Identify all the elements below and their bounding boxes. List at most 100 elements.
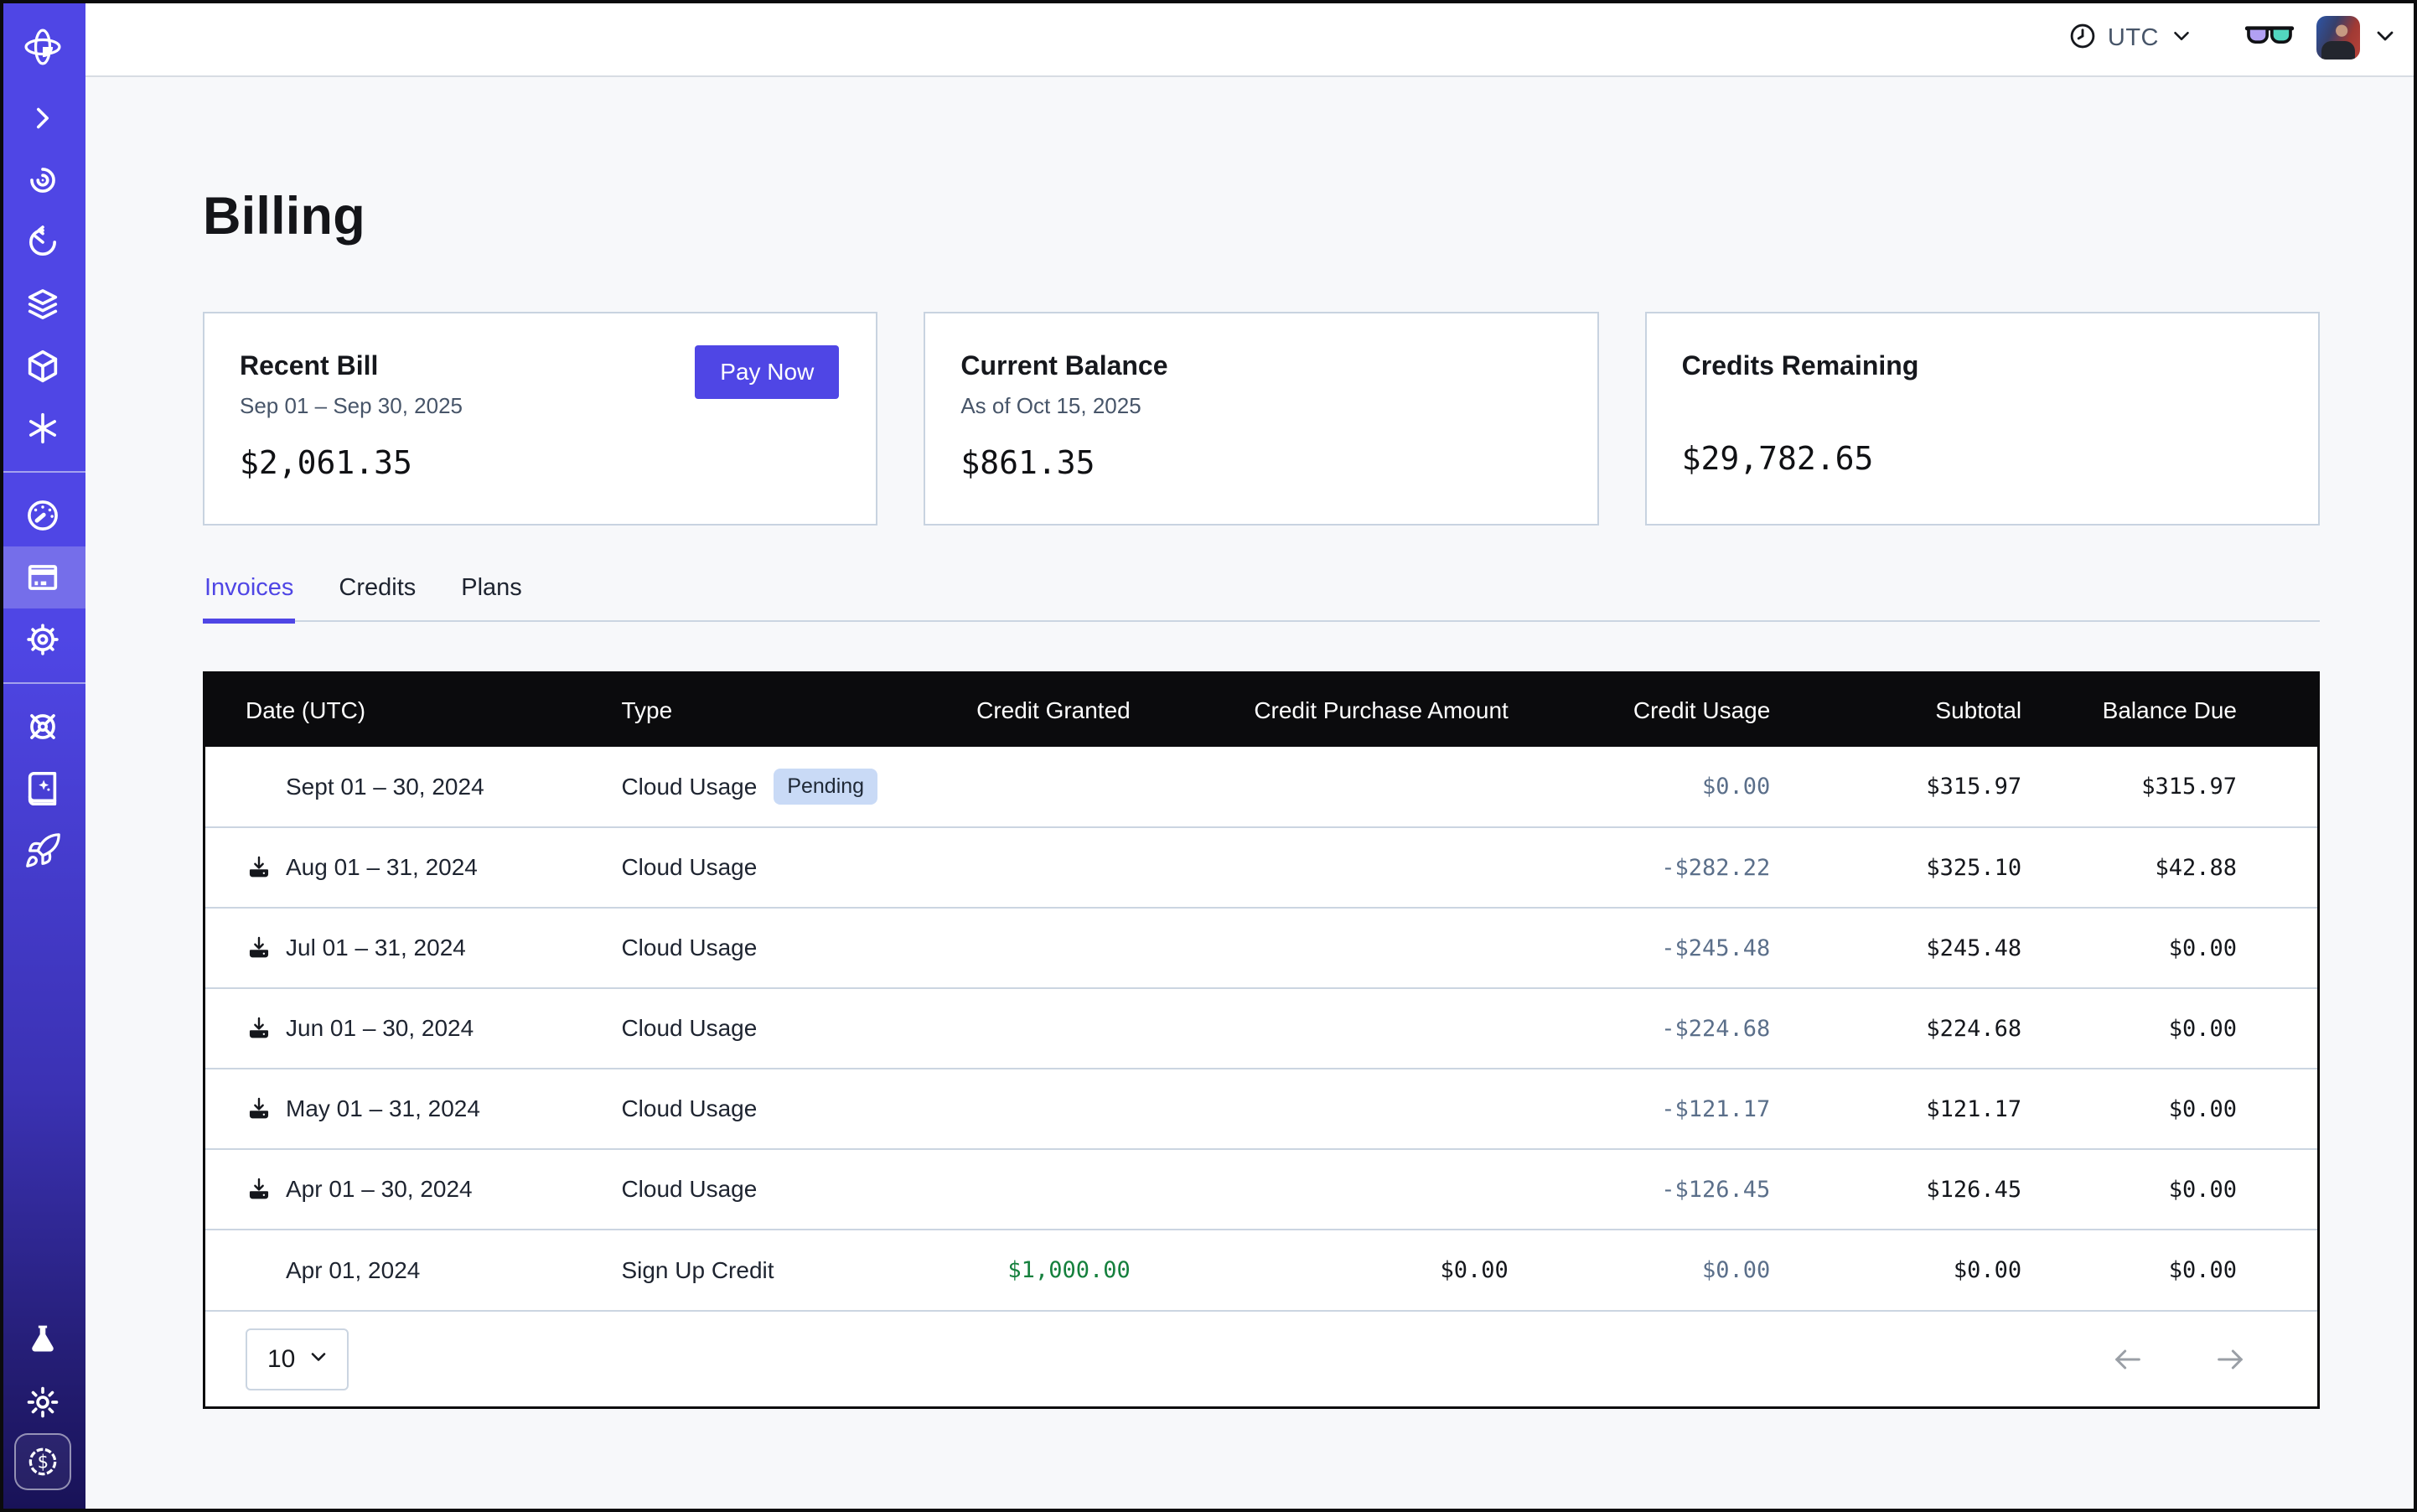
billing-tabs: Invoices Credits Plans <box>203 574 2320 622</box>
sidebar-divider <box>0 682 85 684</box>
tab-plans[interactable]: Plans <box>459 574 524 620</box>
download-invoice-button[interactable] <box>246 935 272 961</box>
invoice-type: Cloud Usage <box>621 1176 757 1202</box>
arrow-left-icon <box>2111 1366 2145 1379</box>
invoice-date: May 01 – 31, 2024 <box>286 1095 480 1122</box>
page-size-select[interactable]: 10 <box>246 1328 349 1390</box>
flask-icon <box>24 1322 61 1359</box>
credits-remaining-card: Credits Remaining $29,782.65 <box>1645 312 2320 526</box>
sun-icon <box>23 1383 62 1421</box>
cube-icon <box>23 347 62 386</box>
subtotal: $245.48 <box>1770 908 2021 988</box>
download-invoice-button[interactable] <box>246 1095 272 1122</box>
subtotal: $224.68 <box>1770 988 2021 1069</box>
next-page-button[interactable] <box>2208 1338 2252 1381</box>
download-icon <box>246 1193 272 1205</box>
table-row: Sept 01 – 30, 2024 Cloud UsagePending $0… <box>205 747 2317 827</box>
table-row: Jul 01 – 31, 2024 Cloud Usage -$245.48 $… <box>205 908 2317 988</box>
timezone-selector[interactable]: UTC <box>2059 14 2202 62</box>
avatar <box>2316 16 2360 60</box>
tab-credits[interactable]: Credits <box>337 574 417 620</box>
balance-due: $0.00 <box>2021 988 2317 1069</box>
app-logo[interactable] <box>0 7 85 87</box>
download-invoice-button[interactable] <box>246 1176 272 1203</box>
chevron-down-icon <box>2169 23 2194 53</box>
rocket-icon <box>23 831 62 870</box>
sidebar-item-history[interactable] <box>0 211 85 273</box>
col-subtotal: Subtotal <box>1770 674 2021 747</box>
sidebar-item-services[interactable] <box>0 397 85 459</box>
gauge-icon <box>23 496 62 535</box>
download-invoice-button[interactable] <box>246 854 272 881</box>
credit-granted <box>907 908 1131 988</box>
pay-now-button[interactable]: Pay Now <box>695 345 839 399</box>
sidebar-item-observe[interactable] <box>0 149 85 211</box>
credit-usage: -$121.17 <box>1509 1069 1770 1149</box>
sidebar-item-settings[interactable] <box>0 608 85 671</box>
credit-purchase: $0.00 <box>1131 1230 1509 1310</box>
col-balance-due: Balance Due <box>2021 674 2317 747</box>
pager <box>2106 1338 2252 1381</box>
helm-icon <box>23 707 62 746</box>
layers-icon <box>23 285 62 324</box>
tab-invoices[interactable]: Invoices <box>203 574 295 620</box>
credit-purchase <box>1131 908 1509 988</box>
sidebar-item-billing[interactable] <box>0 546 85 608</box>
subtotal: $126.45 <box>1770 1149 2021 1230</box>
subtotal: $121.17 <box>1770 1069 2021 1149</box>
sidebar-item-docs[interactable] <box>0 758 85 820</box>
subtotal: $315.97 <box>1770 747 2021 827</box>
chevron-right-icon <box>25 101 60 136</box>
balance-due: $42.88 <box>2021 827 2317 908</box>
credit-usage: -$282.22 <box>1509 827 1770 908</box>
timer-icon <box>23 223 62 261</box>
spiral-icon <box>23 161 62 199</box>
sidebar-item-support[interactable] <box>0 696 85 758</box>
sidebar-item-packages[interactable] <box>0 335 85 397</box>
invoice-type: Cloud Usage <box>621 1015 757 1041</box>
credit-usage: -$126.45 <box>1509 1149 1770 1230</box>
dollar-badge-icon: $ <box>24 1443 61 1480</box>
recent-bill-amount: $2,061.35 <box>240 444 839 481</box>
summary-cards: Recent Bill Sep 01 – Sep 30, 2025 $2,061… <box>203 312 2320 526</box>
balance-due: $0.00 <box>2021 1230 2317 1310</box>
account-menu[interactable] <box>2316 16 2399 60</box>
sidebar-item-usage[interactable] <box>0 484 85 546</box>
topbar: UTC <box>85 0 2417 77</box>
sidebar-spacer <box>0 882 85 1309</box>
credit-usage: -$245.48 <box>1509 908 1770 988</box>
sidebar-item-theme[interactable] <box>0 1371 85 1433</box>
invoice-date: Jul 01 – 31, 2024 <box>286 935 466 961</box>
sidebar-item-layers[interactable] <box>0 273 85 335</box>
invoice-type: Sign Up Credit <box>621 1257 774 1283</box>
balance-due: $0.00 <box>2021 908 2317 988</box>
reader-mode-button[interactable] <box>2244 21 2295 55</box>
col-type: Type <box>621 674 906 747</box>
table-row: Aug 01 – 31, 2024 Cloud Usage -$282.22 $… <box>205 827 2317 908</box>
subtotal: $0.00 <box>1770 1230 2021 1310</box>
sidebar-item-expand[interactable] <box>0 87 85 149</box>
sidebar-item-labs[interactable] <box>0 1309 85 1371</box>
main-area: UTC <box>85 0 2417 1512</box>
col-credit-usage: Credit Usage <box>1509 674 1770 747</box>
col-credit-purchase: Credit Purchase Amount <box>1131 674 1509 747</box>
orbit-logo-icon <box>21 25 65 69</box>
glasses-icon <box>2244 21 2295 55</box>
balance-due: $315.97 <box>2021 747 2317 827</box>
credit-purchase <box>1131 1149 1509 1230</box>
table-row: Apr 01, 2024 Sign Up Credit $1,000.00 $0… <box>205 1230 2317 1310</box>
download-invoice-button[interactable] <box>246 1015 272 1042</box>
chevron-down-icon <box>2372 23 2399 54</box>
card-subtitle: As of Oct 15, 2025 <box>960 393 1560 419</box>
subtotal: $325.10 <box>1770 827 2021 908</box>
invoice-type: Cloud Usage <box>621 774 757 800</box>
invoices-table: Date (UTC) Type Credit Granted Credit Pu… <box>203 671 2320 1409</box>
sidebar-item-credits-badge[interactable]: $ <box>14 1433 71 1490</box>
col-date: Date (UTC) <box>205 674 621 747</box>
table-footer: 10 <box>205 1310 2317 1406</box>
previous-page-button[interactable] <box>2106 1338 2150 1381</box>
sidebar-item-launch[interactable] <box>0 820 85 882</box>
credits-remaining-amount: $29,782.65 <box>1682 440 2281 477</box>
balance-due: $0.00 <box>2021 1069 2317 1149</box>
card-title: Credits Remaining <box>1682 350 2281 381</box>
